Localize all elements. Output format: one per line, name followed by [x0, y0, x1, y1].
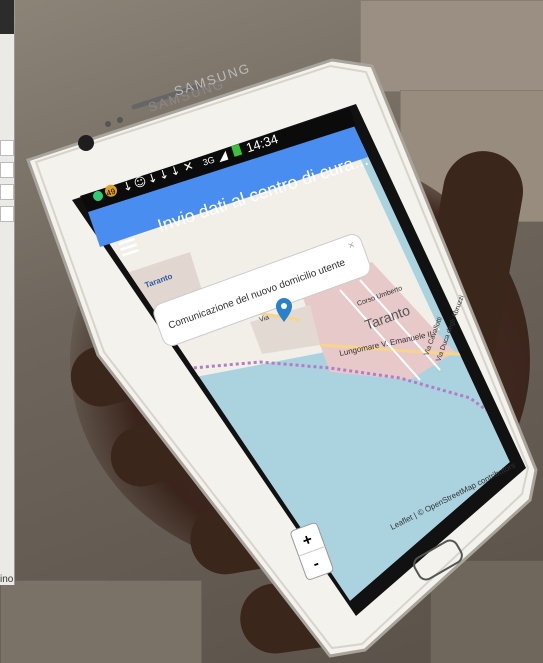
- photo-scene: ino 49 ↓ ☺ ↓ ↓ ↓ ✕ 3G ◢ 14:34 Invio dati…: [0, 0, 543, 663]
- sensor: [117, 117, 123, 123]
- front-camera: [78, 135, 94, 151]
- phone: 49 ↓ ☺ ↓ ↓ ↓ ✕ 3G ◢ 14:34 Invio dati al …: [26, 58, 538, 658]
- sensor: [105, 121, 111, 127]
